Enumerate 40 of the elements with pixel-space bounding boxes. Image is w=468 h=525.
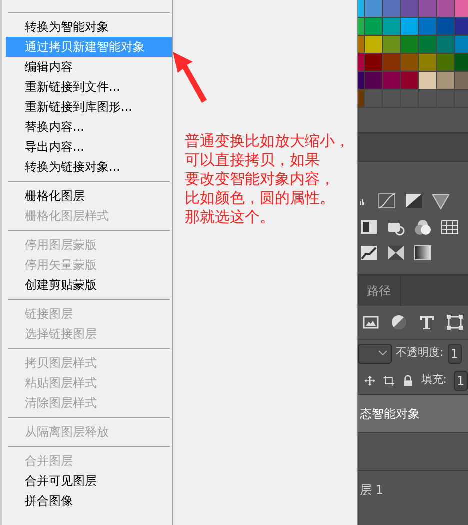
curves-icon[interactable] bbox=[378, 192, 396, 210]
menu-item[interactable]: 创建剪贴蒙版 bbox=[6, 275, 172, 295]
caret-icon bbox=[379, 351, 387, 356]
triangle-icon[interactable] bbox=[432, 192, 450, 210]
annotation-text: 要改变智能对象内容， bbox=[185, 170, 335, 189]
annotation-text: 比如颜色，圆的属性。 bbox=[185, 189, 335, 208]
menu-item[interactable]: 替换内容... bbox=[6, 117, 172, 137]
fill-label: 填充: bbox=[421, 372, 447, 388]
lock-icon[interactable] bbox=[402, 372, 414, 388]
selective-color-icon[interactable] bbox=[387, 244, 405, 262]
layer-row[interactable]: 态智能对象 bbox=[358, 394, 468, 432]
image-filter-icon[interactable] bbox=[362, 314, 380, 331]
menu-item[interactable]: 编辑内容 bbox=[6, 57, 172, 77]
gradient-icon[interactable] bbox=[414, 244, 432, 262]
contrast-icon[interactable] bbox=[360, 218, 378, 236]
opacity-label: 不透明度: bbox=[396, 345, 444, 362]
menu-item[interactable]: 栅格化图层 bbox=[6, 186, 172, 206]
annotation-text: 普通变换比如放大缩小， bbox=[185, 132, 350, 151]
menu-item[interactable]: 导出内容... bbox=[6, 137, 172, 157]
menu-item[interactable]: 转换为链接对象... bbox=[6, 157, 172, 177]
layer-name: 态智能对象 bbox=[360, 406, 420, 422]
opacity-field[interactable]: 1 bbox=[448, 344, 462, 364]
layer-name: 层 1 bbox=[360, 482, 384, 498]
annotation-text: 那就选这个。 bbox=[185, 208, 275, 227]
menu-item[interactable]: 通过拷贝新建智能对象 bbox=[6, 37, 172, 57]
color-circles-icon[interactable] bbox=[414, 218, 432, 236]
menu-item[interactable]: 重新链接到文件... bbox=[6, 77, 172, 97]
layer-row[interactable]: 层 1 bbox=[358, 470, 468, 508]
annotation-text: 可以直接拷贝，如果 bbox=[185, 151, 320, 170]
grid-icon[interactable] bbox=[441, 218, 459, 236]
text-filter-icon[interactable] bbox=[418, 314, 436, 331]
posterize-icon[interactable] bbox=[360, 244, 378, 262]
exposure-icon[interactable] bbox=[405, 192, 423, 210]
menu-item[interactable]: 合并可见图层 bbox=[6, 471, 172, 491]
menu-item[interactable]: 拼合图像 bbox=[6, 491, 172, 511]
shape-filter-icon[interactable] bbox=[446, 314, 464, 331]
adjustment-filter-icon[interactable] bbox=[390, 314, 408, 331]
fill-field[interactable]: 1 bbox=[454, 370, 468, 390]
menu-item[interactable]: 重新链接到库图形... bbox=[6, 97, 172, 117]
menu-item[interactable]: 转换为智能对象 bbox=[6, 17, 172, 37]
